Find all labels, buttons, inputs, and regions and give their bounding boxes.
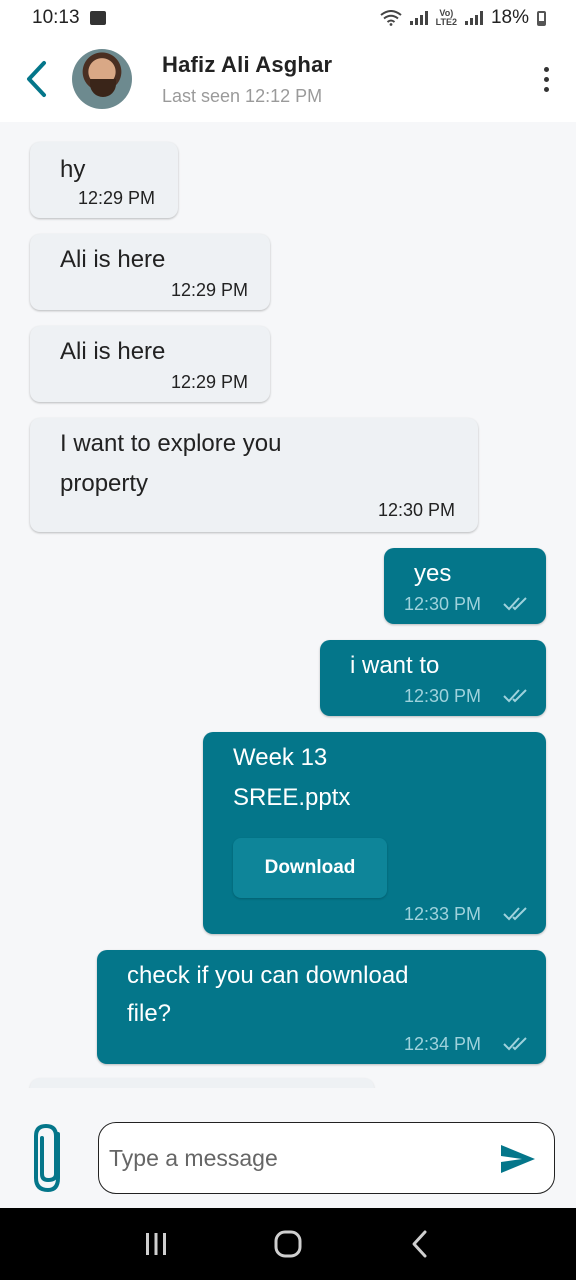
message-time: 12:30 PM [404, 594, 482, 614]
message-time: 12:33 PM [404, 904, 482, 924]
contact-info[interactable]: Hafiz Ali Asghar Last seen 12:12 PM [162, 52, 516, 107]
message-incoming[interactable]: I want to explore you property 12:30 PM [30, 418, 478, 532]
message-text-line1: check if you can download [127, 962, 409, 989]
message-text: hy [60, 156, 86, 183]
double-check-icon [503, 1037, 527, 1051]
nav-home-button[interactable] [258, 1214, 318, 1274]
message-text-line2: file? [127, 1000, 172, 1027]
message-outgoing[interactable]: check if you can download file? 12:34 PM [97, 950, 546, 1064]
back-button[interactable] [2, 36, 72, 122]
last-seen: Last seen 12:12 PM [162, 85, 323, 106]
paperclip-icon [34, 1123, 60, 1193]
download-button[interactable]: Download [233, 838, 387, 898]
double-check-icon [503, 907, 527, 921]
wifi-icon [380, 10, 402, 26]
nav-back-button[interactable] [390, 1214, 450, 1274]
message-incoming[interactable]: hy 12:29 PM [30, 142, 178, 218]
signal-icon [409, 11, 428, 25]
more-vertical-icon [543, 66, 549, 72]
avatar[interactable] [72, 49, 132, 109]
battery-percent: 18% [490, 7, 529, 28]
attach-button[interactable] [28, 1120, 74, 1196]
message-time: 12:34 PM [404, 1034, 482, 1054]
message-text: Ali is here [60, 246, 166, 273]
chevron-left-icon [27, 61, 46, 97]
message-text: yes [414, 560, 452, 587]
double-check-icon [503, 689, 527, 703]
message-incoming[interactable]: Ali is here 12:29 PM [30, 234, 270, 310]
status-bar: 10:13 Vo) LTE2 18% [0, 0, 576, 36]
message-time: 12:30 PM [404, 686, 482, 706]
file-name-line1: Week 13 [233, 744, 328, 771]
message-time: 12:29 PM [78, 188, 156, 208]
double-check-icon [503, 597, 527, 611]
chat-header: Hafiz Ali Asghar Last seen 12:12 PM [0, 36, 576, 122]
battery-icon [537, 10, 546, 26]
more-options-button[interactable] [516, 36, 576, 122]
message-input[interactable] [98, 1122, 555, 1194]
message-text: i want to [350, 652, 440, 679]
message-text: Ali is here [60, 338, 166, 365]
status-time: 10:13 [32, 7, 80, 28]
message-time: 12:29 PM [171, 372, 249, 392]
home-icon [274, 1230, 302, 1258]
system-nav-bar [0, 1208, 576, 1280]
send-button[interactable] [498, 1142, 538, 1176]
signal-icon-2 [464, 11, 483, 25]
message-outgoing[interactable]: yes 12:30 PM [384, 548, 546, 624]
message-text-line1: I want to explore you [60, 430, 282, 457]
send-icon [501, 1145, 535, 1173]
recents-icon [146, 1233, 166, 1255]
message-outgoing-file[interactable]: Week 13 SREE.pptx Download 12:33 PM [203, 732, 546, 934]
file-name-line2: SREE.pptx [233, 784, 351, 811]
message-time: 12:29 PM [171, 280, 249, 300]
message-outgoing[interactable]: i want to 12:30 PM [320, 640, 546, 716]
message-text-line2: property [60, 470, 149, 497]
message-incoming-partial[interactable] [30, 1078, 374, 1088]
contact-name: Hafiz Ali Asghar [162, 51, 333, 77]
composer-bar [0, 1088, 576, 1208]
back-icon [412, 1230, 427, 1258]
chat-screen: 10:13 Vo) LTE2 18% Hafiz Ali Asghar Last… [0, 0, 576, 1280]
volte-icon: Vo) LTE2 [435, 8, 457, 27]
gallery-notification-icon [89, 11, 106, 25]
message-time: 12:30 PM [378, 500, 456, 520]
message-list[interactable]: hy 12:29 PM Ali is here 12:29 PM Ali is … [0, 122, 576, 1088]
message-incoming[interactable]: Ali is here 12:29 PM [30, 326, 270, 402]
nav-recents-button[interactable] [126, 1214, 186, 1274]
